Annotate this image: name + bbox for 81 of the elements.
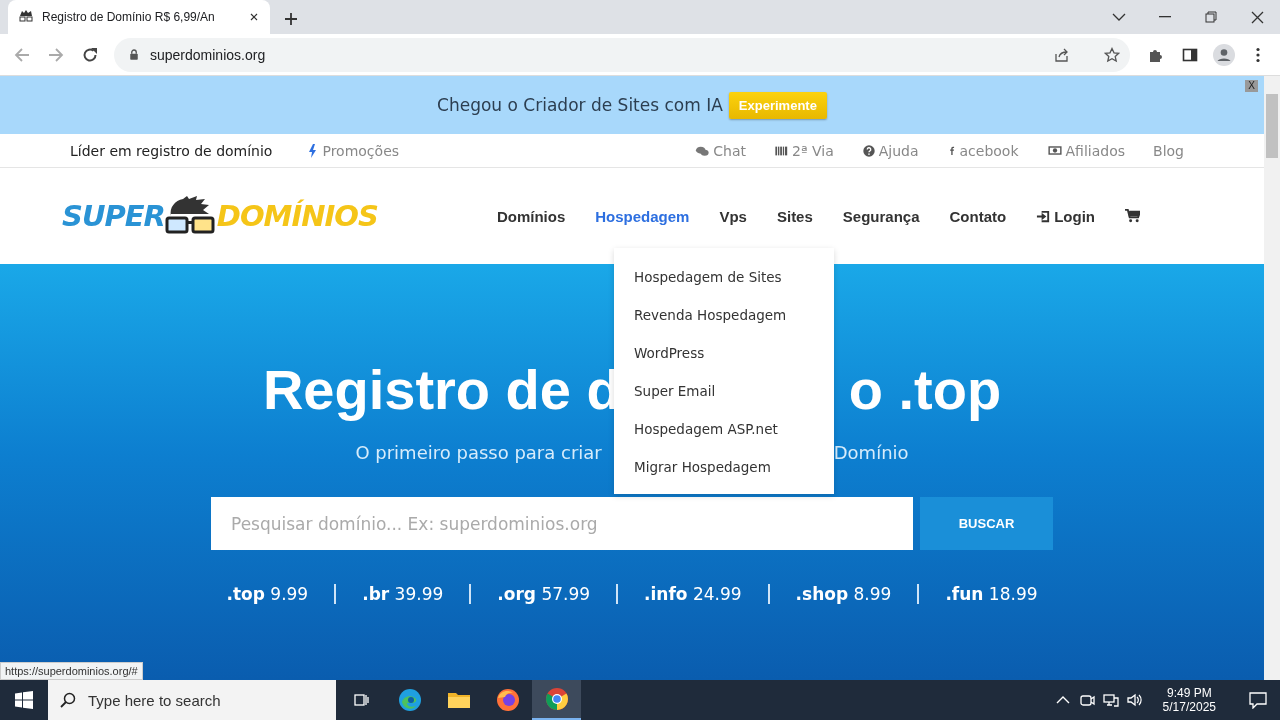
- url-text: superdominios.org: [150, 46, 267, 63]
- close-icon: [1250, 10, 1264, 24]
- share-icon: [1054, 46, 1070, 63]
- clock-date: 5/17/2025: [1162, 700, 1216, 714]
- cart-button[interactable]: [1125, 209, 1140, 223]
- top-link[interactable]: Blog: [1153, 142, 1184, 159]
- new-tab-button[interactable]: [284, 12, 298, 26]
- nav-link[interactable]: Hospedagem: [595, 207, 690, 225]
- top-link[interactable]: 2ª Via: [774, 142, 834, 159]
- scrollbar[interactable]: [1264, 76, 1280, 680]
- network-icon: [1102, 692, 1119, 708]
- glasses-mascot-icon: [164, 196, 217, 236]
- back-arrow-icon: [14, 46, 30, 63]
- top-link[interactable]: Chat: [695, 142, 746, 159]
- browser-tab[interactable]: Registro de Domínio R$ 6,99/An: [8, 0, 270, 34]
- address-bar[interactable]: superdominios.org: [114, 37, 1130, 72]
- domain-price: .br 39.99: [362, 584, 444, 604]
- star-icon: [1104, 46, 1120, 63]
- menu-item[interactable]: Revenda Hospedagem: [614, 296, 834, 334]
- domain-price: .org 57.99: [497, 584, 591, 604]
- login-link[interactable]: Login: [1036, 207, 1095, 225]
- top-link[interactable]: Afiliados: [1046, 142, 1126, 159]
- chevron-down-icon: [1112, 12, 1126, 22]
- nav-link[interactable]: Contato: [949, 207, 1007, 225]
- hero-subtitle: O primeiro passo para criar: [355, 442, 602, 463]
- domain-price: .top 9.99: [226, 584, 309, 604]
- windows-icon: [15, 691, 33, 709]
- search-button[interactable]: BUSCAR: [920, 497, 1053, 550]
- lightning-icon: [306, 142, 319, 159]
- meet-icon: [1078, 692, 1095, 708]
- status-url: https://superdominios.org/#: [0, 662, 143, 680]
- logo-text: DOMÍNIOS: [216, 199, 378, 233]
- forward-arrow-icon: [48, 46, 64, 63]
- hero-title: o .top: [848, 356, 1002, 422]
- nav-link[interactable]: Sites: [776, 207, 813, 225]
- menu-item[interactable]: WordPress: [614, 334, 834, 372]
- sign-in-icon: [1036, 208, 1052, 224]
- logo-text: SUPER: [62, 199, 165, 233]
- firefox-icon: [495, 688, 520, 712]
- plus-icon: [284, 12, 298, 26]
- banknote-icon: [1046, 143, 1063, 158]
- close-icon: [248, 11, 260, 23]
- domain-price: .fun 18.99: [945, 584, 1038, 604]
- promotions-link[interactable]: Promoções: [306, 142, 400, 159]
- top-link[interactable]: acebook: [946, 142, 1019, 159]
- menu-icon: [1256, 46, 1260, 63]
- volume-icon: [1126, 692, 1143, 708]
- domain-price: .shop 8.99: [795, 584, 892, 604]
- menu-item[interactable]: Hospedagem de Sites: [614, 258, 834, 296]
- nav-link[interactable]: Segurança: [842, 207, 920, 225]
- top-link[interactable]: Ajuda: [861, 142, 919, 159]
- reload-icon: [82, 46, 98, 63]
- favicon-icon: [18, 9, 34, 25]
- banner-text: Chegou o Criador de Sites com IA: [437, 95, 723, 115]
- clock-time: 9:49 PM: [1166, 686, 1212, 700]
- search-icon: [60, 692, 76, 708]
- domain-search-field[interactable]: Pesquisar domínio... Ex: superdominios.org: [211, 497, 913, 550]
- menu-item[interactable]: Hospedagem ASP.net: [614, 410, 834, 448]
- taskbar-app[interactable]: [532, 680, 581, 720]
- nav-link[interactable]: Vps: [719, 207, 747, 225]
- hero-subtitle: Domínio: [833, 442, 909, 463]
- lock-icon: [128, 48, 140, 61]
- help-icon: [861, 143, 876, 158]
- nav-link[interactable]: Domínios: [496, 207, 566, 225]
- minimize-icon: [1159, 16, 1171, 18]
- side-panel-icon: [1182, 46, 1198, 63]
- restore-icon: [1205, 11, 1217, 23]
- menu-item[interactable]: Migrar Hospedagem: [614, 448, 834, 486]
- domain-price: .info 24.99: [644, 584, 742, 604]
- tagline: Líder em registro de domínio: [70, 142, 273, 159]
- taskbar-search-field[interactable]: Type here to search: [48, 680, 336, 720]
- tab-title: Registro de Domínio R$ 6,99/An: [42, 10, 216, 24]
- edge-icon: [397, 688, 422, 712]
- search-placeholder: Type here to search: [88, 691, 221, 709]
- avatar-icon: [1213, 43, 1235, 66]
- cart-icon: [1125, 209, 1140, 223]
- close-banner-button[interactable]: X: [1245, 80, 1258, 92]
- notifications-icon: [1249, 691, 1267, 709]
- task-view-icon: [351, 692, 370, 708]
- chrome-icon: [544, 687, 569, 711]
- menu-item[interactable]: Super Email: [614, 372, 834, 410]
